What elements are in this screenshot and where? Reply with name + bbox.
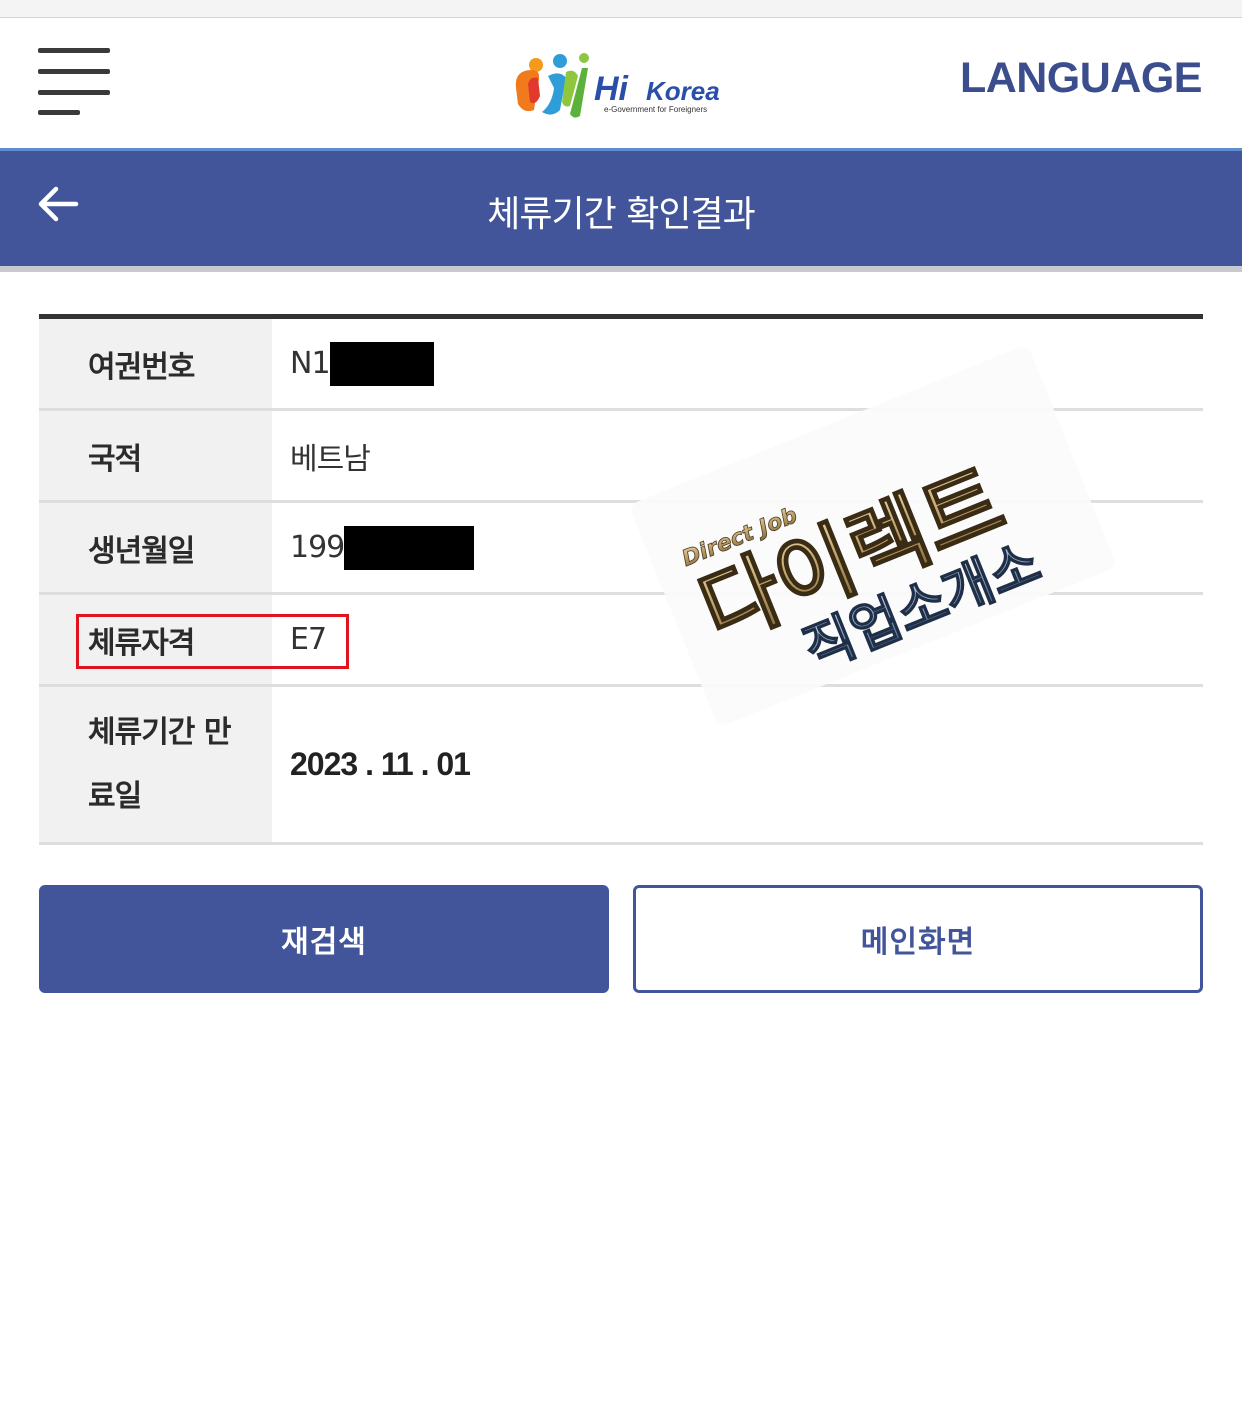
passport-number-text: N1: [290, 346, 331, 381]
row-label: 여권번호: [39, 319, 272, 408]
row-value: N1: [272, 319, 1203, 408]
site-header: Hi Korea e-Government for Foreigners LAN…: [0, 18, 1242, 148]
title-bar-divider: [0, 266, 1242, 272]
logo-korea-text: Korea: [646, 76, 720, 106]
status-strip: [0, 0, 1242, 18]
hikorea-logo[interactable]: Hi Korea e-Government for Foreigners: [508, 48, 744, 128]
main-screen-button[interactable]: 메인화면: [633, 885, 1203, 993]
hamburger-menu-icon[interactable]: [38, 48, 112, 118]
row-label: 체류기간 만료일: [39, 687, 272, 842]
page-title: 체류기간 확인결과: [487, 194, 755, 235]
redaction-block: [329, 341, 434, 386]
logo-hi-text: Hi: [594, 70, 630, 108]
row-label: 국적: [39, 411, 272, 500]
highlight-box: [76, 614, 349, 669]
language-button[interactable]: LANGUAGE: [960, 54, 1203, 103]
research-button[interactable]: 재검색: [39, 885, 609, 993]
redaction-block: [344, 525, 475, 570]
row-label: 생년월일: [39, 503, 272, 592]
birthdate-text: 199: [290, 530, 345, 565]
table-row-expiry: 체류기간 만료일 2023 . 11 . 01: [39, 687, 1203, 845]
logo-subtext: e-Government for Foreigners: [604, 105, 707, 114]
page-title-bar: 체류기간 확인결과: [0, 148, 1242, 266]
